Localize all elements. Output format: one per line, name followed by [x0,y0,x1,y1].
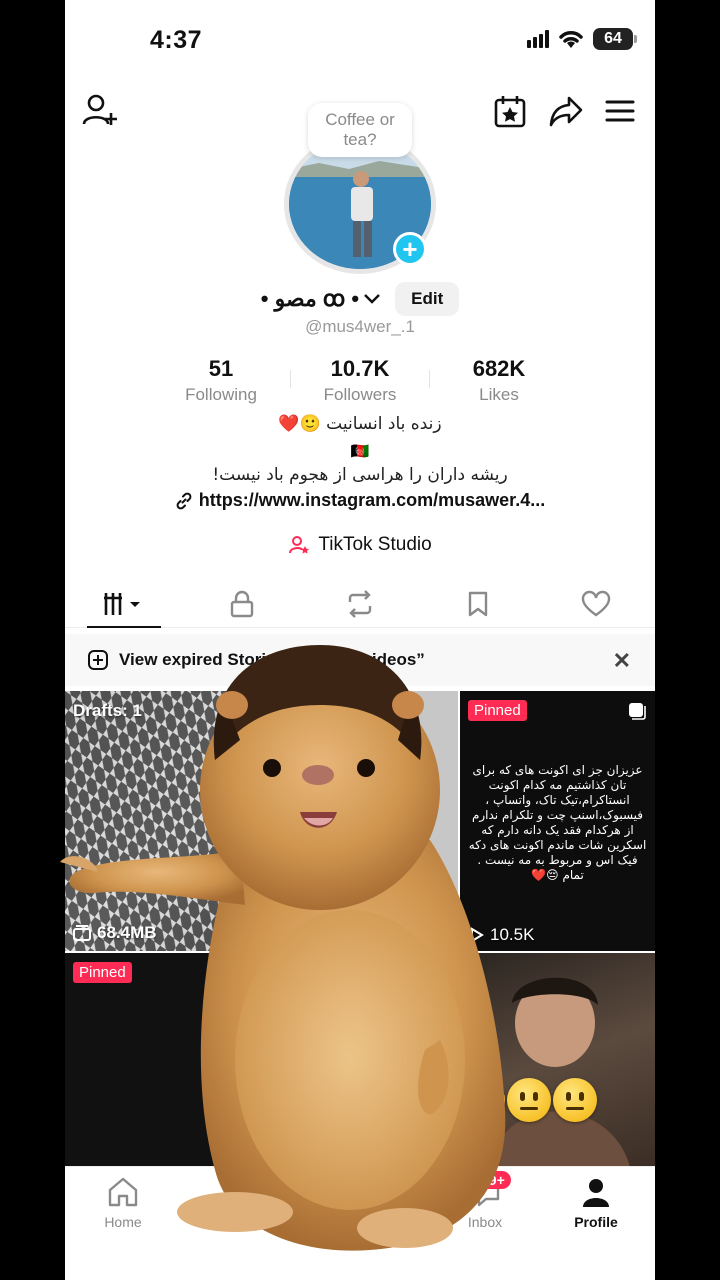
tab-liked[interactable] [537,580,655,627]
add-friend-icon[interactable] [81,92,119,130]
status-time: 4:37 [150,26,203,54]
expired-stories-banner[interactable]: View expired Stori...ur private videos” … [65,634,655,686]
tab-private[interactable] [183,580,301,627]
nav-home[interactable]: Home [73,1175,173,1230]
wifi-icon [559,31,583,48]
stat-likes[interactable]: 682K Likes [430,356,568,405]
studio-label: TikTok Studio [318,534,432,555]
drafts-tile[interactable]: Drafts: 1 68.4MB [65,691,458,951]
tiktok-profile-screen: 4:37 64 Coffee or tea? + • مصو ꝏ • Edit … [65,0,655,1280]
stat-label: Followers [323,385,397,404]
nav-friends[interactable]: Friends [195,1175,295,1230]
drafts-label: Drafts: 1 [73,701,142,720]
pinned-badge: Pinned [468,700,527,721]
studio-icon [289,536,310,554]
name-row: • مصو ꝏ • Edit [65,282,655,316]
drafts-icon [73,925,91,941]
tab-favorites[interactable] [419,580,537,627]
bio-line: زنده باد انسانیت 🙂❤️ [278,414,442,434]
stat-value: 51 [208,356,234,381]
stat-label: Following [185,385,257,404]
pinned-caption: عزیزان جز ای اکونت های که برای تان کذاشت… [468,763,647,882]
inbox-badge: 99+ [475,1171,511,1189]
tab-reposts[interactable] [301,580,419,627]
repost-icon [348,589,372,618]
stat-value: 682K [472,356,526,381]
add-story-button[interactable]: + [393,232,427,266]
stat-label: Likes [479,385,519,404]
pinned-views: 10.5K [470,925,534,945]
add-square-icon [88,650,108,670]
nav-label: Profile [574,1214,618,1230]
man-portrait-thumb [490,977,630,1167]
heart-icon [581,590,611,616]
houndstooth-pattern [65,691,458,951]
username-handle: @mus4wer_.1 [305,317,415,336]
neutral-face-emoji [553,1078,597,1122]
neutral-face-emoji [461,1078,505,1122]
calendar-star-icon[interactable] [492,92,530,130]
home-icon [108,1177,138,1207]
link-text: https://www.instagram.com/musawer.4... [198,490,546,510]
signal-icon [527,30,549,48]
note-bubble[interactable]: Coffee or tea? [308,103,412,157]
neutral-face-emoji [507,1078,551,1122]
share-icon[interactable] [547,92,585,130]
play-icon [471,927,484,943]
nav-label: Home [104,1214,142,1230]
pinned-video-tile[interactable]: Pinned عزیزان جز ای اکونت های که برای تا… [460,691,655,951]
nav-label: Friends [221,1214,269,1230]
bio-line: ریشه داران را هراسی از هجوم باد نیست! [212,465,508,485]
stat-value: 10.7K [330,356,390,381]
drafts-size: 68.4MB [73,923,157,943]
chevron-down-icon [364,294,380,304]
pinned-video-tile-2[interactable]: Pinned [65,953,260,1167]
nav-label: Inbox [467,1214,503,1230]
bio-flag: 🇦🇫 [350,443,370,460]
content-tabs [65,580,655,628]
lock-icon [230,590,254,617]
display-name: • مصو ꝏ • [260,286,360,311]
battery-indicator: 64 [593,28,637,50]
profile-icon [583,1179,609,1207]
status-icons: 64 [527,28,637,50]
photo-carousel-icon [629,703,646,720]
menu-icon[interactable] [601,92,639,130]
tab-videos[interactable] [65,580,183,628]
screen: 4:37 64 Coffee or tea? + • مصو ꝏ • Edit … [0,0,720,1280]
close-icon[interactable]: ✕ [613,648,631,674]
nav-profile[interactable]: Profile [546,1175,646,1230]
banner-text: View expired Stori...ur private videos” [119,650,425,669]
grid-icon [104,592,140,615]
bottom-navigation: Home Friends Inbox 99+ Profile [65,1166,655,1280]
profile-stats: 51 Following 10.7K Followers 682K Likes [65,356,655,405]
video-tile[interactable] [262,953,457,1167]
edit-profile-button[interactable]: Edit [395,282,460,316]
video-tile[interactable] [460,953,655,1167]
bio-link[interactable]: https://www.instagram.com/musawer.4... [65,490,655,511]
stat-following[interactable]: 51 Following [152,356,290,405]
friends-icon [228,1178,254,1206]
pinned-badge: Pinned [73,962,132,983]
stat-followers[interactable]: 10.7K Followers [291,356,429,405]
tiktok-studio-link[interactable]: TikTok Studio [65,534,655,556]
bookmark-icon [468,591,488,616]
link-icon [176,492,192,509]
account-switcher[interactable]: • مصو ꝏ • [261,286,381,312]
